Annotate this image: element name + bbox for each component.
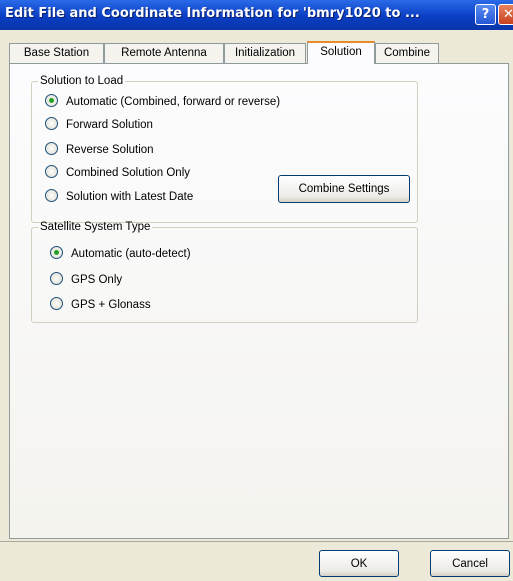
radio-label: Automatic (Combined, forward or reverse) <box>66 96 281 108</box>
radio-button-icon <box>45 117 58 130</box>
close-button[interactable]: ✕ <box>498 4 513 25</box>
radio-label: Combined Solution Only <box>66 167 191 179</box>
combine-settings-button[interactable]: Combine Settings <box>278 175 410 203</box>
title-bar[interactable]: Edit File and Coordinate Information for… <box>0 0 513 30</box>
window-title: Edit File and Coordinate Information for… <box>5 6 420 21</box>
radio-label: Reverse Solution <box>66 144 154 156</box>
radio-gps-glonass[interactable]: GPS + Glonass <box>50 297 151 313</box>
radio-label: GPS + Glonass <box>71 299 151 311</box>
tab-base-station[interactable]: Base Station <box>9 43 104 63</box>
radio-latest-date[interactable]: Solution with Latest Date <box>45 189 193 205</box>
tab-combine[interactable]: Combine <box>375 43 439 63</box>
solution-tab-panel: Solution to Load Automatic (Combined, fo… <box>9 63 509 539</box>
tab-label: Solution <box>320 46 362 58</box>
radio-forward-solution[interactable]: Forward Solution <box>45 117 153 133</box>
tab-remote-antenna[interactable]: Remote Antenna <box>104 43 224 63</box>
radio-automatic-combined[interactable]: Automatic (Combined, forward or reverse) <box>45 94 280 110</box>
cancel-button[interactable]: Cancel <box>430 550 510 577</box>
tab-label: Initialization <box>234 47 296 59</box>
dialog-window: Edit File and Coordinate Information for… <box>0 0 513 581</box>
radio-auto-detect[interactable]: Automatic (auto-detect) <box>50 246 191 262</box>
tab-initialization[interactable]: Initialization <box>224 43 306 63</box>
close-icon: ✕ <box>503 7 513 22</box>
radio-button-icon <box>45 189 58 202</box>
radio-button-icon <box>50 246 63 259</box>
help-button[interactable]: ? <box>475 4 496 25</box>
radio-reverse-solution[interactable]: Reverse Solution <box>45 142 154 158</box>
radio-button-icon <box>45 142 58 155</box>
radio-combined-only[interactable]: Combined Solution Only <box>45 165 190 181</box>
radio-button-icon <box>50 297 63 310</box>
tab-label: Base Station <box>23 47 90 59</box>
radio-button-icon <box>50 272 63 285</box>
group-legend: Solution to Load <box>40 75 124 87</box>
tab-bar: Base Station Remote Antenna Initializati… <box>9 41 499 64</box>
tab-solution[interactable]: Solution <box>307 41 375 64</box>
radio-label: Forward Solution <box>66 119 153 131</box>
ok-button[interactable]: OK <box>319 550 399 577</box>
footer-divider <box>0 541 513 542</box>
tab-label: Remote Antenna <box>121 47 207 59</box>
radio-label: Automatic (auto-detect) <box>71 248 191 260</box>
radio-label: Solution with Latest Date <box>66 191 194 203</box>
group-legend: Satellite System Type <box>40 221 151 233</box>
tab-label: Combine <box>383 47 431 59</box>
radio-button-icon <box>45 94 58 107</box>
radio-button-icon <box>45 165 58 178</box>
radio-gps-only[interactable]: GPS Only <box>50 272 122 288</box>
help-icon: ? <box>481 7 490 22</box>
radio-label: GPS Only <box>71 274 123 286</box>
